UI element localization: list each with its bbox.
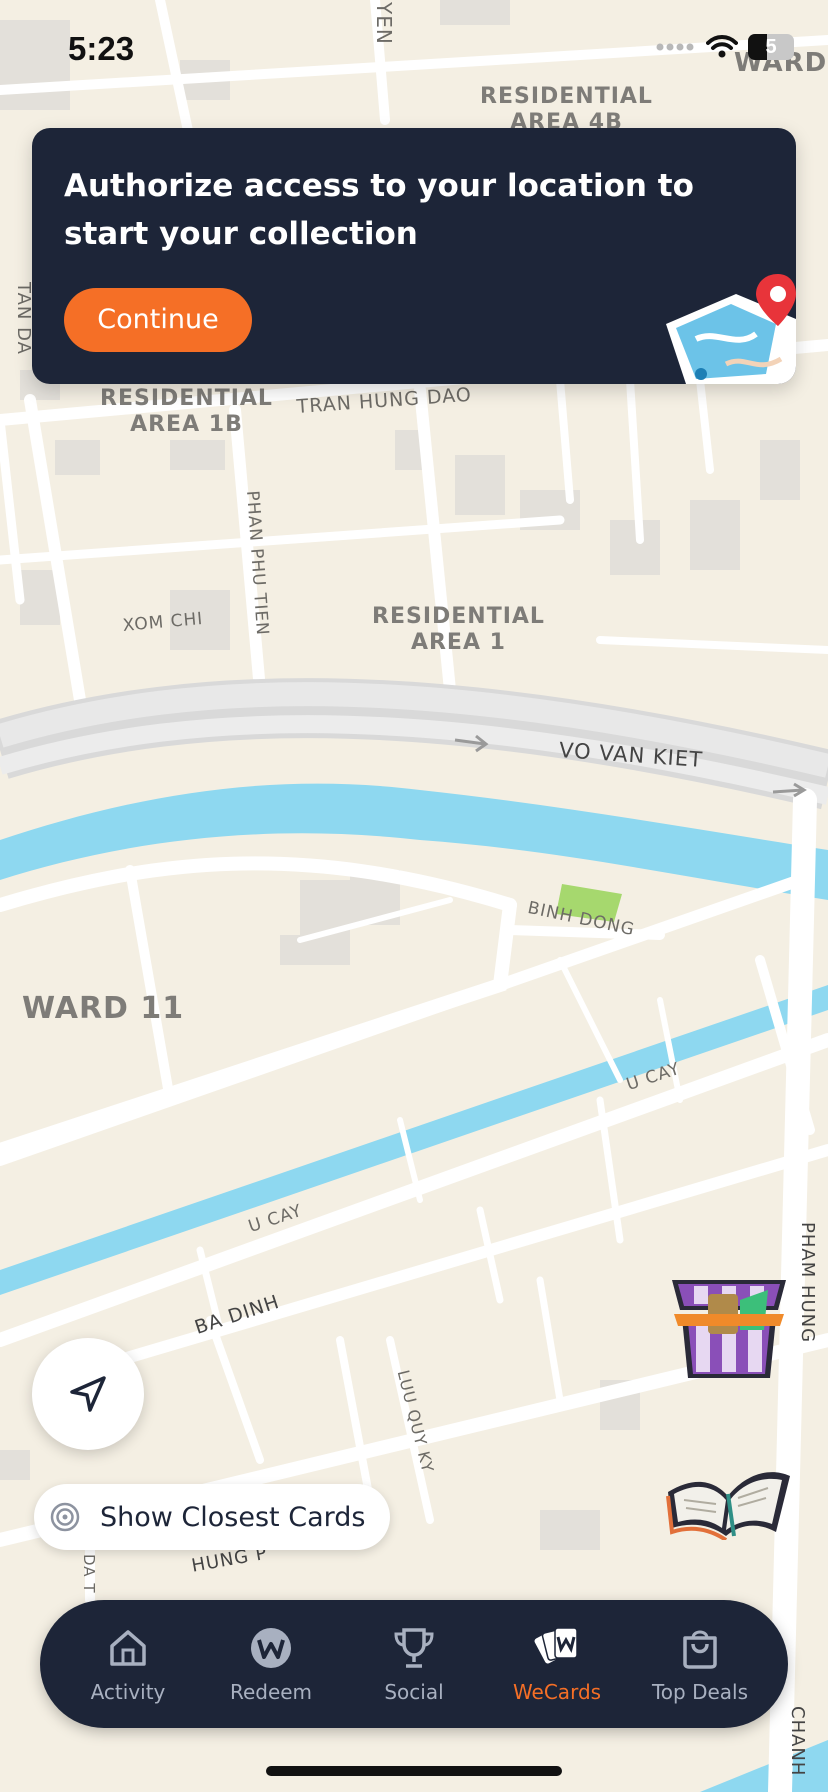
- area-label-ward-11: WARD 11: [22, 991, 185, 1026]
- area-label-residential-1b: RESIDENTIAL AREA 1B: [100, 386, 273, 438]
- location-permission-banner: Authorize access to your location to sta…: [32, 128, 796, 384]
- nav-item-social[interactable]: Social: [344, 1600, 484, 1728]
- nav-label-wecards: WeCards: [512, 1680, 602, 1704]
- nav-item-redeem[interactable]: Redeem: [201, 1600, 341, 1728]
- status-icons: 5: [656, 34, 794, 60]
- area-label-residential-4b-line1: RESIDENTIAL: [480, 84, 653, 109]
- shopping-bag-icon: [683, 1630, 717, 1669]
- recenter-location-button[interactable]: [32, 1338, 144, 1450]
- w-coin-icon: [251, 1628, 291, 1668]
- home-icon: [110, 1630, 146, 1666]
- battery-level: 5: [765, 36, 777, 58]
- nav-label-activity: Activity: [90, 1680, 166, 1704]
- street-label-chanh: CHANH: [787, 1706, 808, 1777]
- status-time: 5:23: [68, 30, 135, 67]
- nav-label-redeem: Redeem: [229, 1680, 313, 1704]
- area-label-residential-1-line1: RESIDENTIAL: [372, 604, 545, 629]
- app-screen: YEN WARD RESIDENTIAL AREA 4B TAN DA RESI…: [0, 0, 828, 1792]
- nav-item-top-deals[interactable]: Top Deals: [630, 1600, 770, 1728]
- nav-label-top-deals: Top Deals: [651, 1680, 749, 1704]
- show-closest-cards-button[interactable]: Show Closest Cards: [34, 1484, 390, 1550]
- battery-icon: 5: [748, 34, 794, 60]
- open-book-icon[interactable]: [664, 1436, 794, 1540]
- banner-message: Authorize access to your location to sta…: [64, 168, 694, 252]
- continue-button[interactable]: Continue: [64, 288, 252, 352]
- show-closest-cards-label: Show Closest Cards: [100, 1501, 366, 1533]
- home-indicator[interactable]: [266, 1766, 562, 1776]
- street-label-da-t: DA T: [80, 1554, 98, 1594]
- treasure-chest-icon[interactable]: [668, 1270, 790, 1386]
- bottom-navigation-bar: Activity Redeem Social WeCards Top Deals: [40, 1600, 788, 1728]
- map-pin-illustration: [666, 274, 796, 384]
- wifi-icon: [706, 35, 738, 58]
- street-label-tan-da: TAN DA: [13, 282, 34, 355]
- nav-label-social: Social: [384, 1680, 444, 1704]
- radar-icon: [50, 1502, 80, 1532]
- nav-item-wecards[interactable]: WeCards: [487, 1600, 627, 1728]
- nav-item-activity[interactable]: Activity: [58, 1600, 198, 1728]
- street-label-pham-hung: PHAM HUNG: [797, 1222, 818, 1344]
- street-label-yen: YEN: [372, 2, 396, 45]
- area-label-residential-1: RESIDENTIAL AREA 1: [372, 604, 545, 656]
- area-label-residential-1-line2: AREA 1: [410, 630, 506, 655]
- signal-dots-icon: [656, 43, 694, 51]
- area-label-residential-1b-line2: AREA 1B: [130, 412, 243, 437]
- area-label-residential-1b-line1: RESIDENTIAL: [100, 386, 273, 411]
- navigation-arrow-icon: [70, 1376, 106, 1412]
- cards-icon: [534, 1627, 578, 1664]
- trophy-icon: [394, 1628, 434, 1668]
